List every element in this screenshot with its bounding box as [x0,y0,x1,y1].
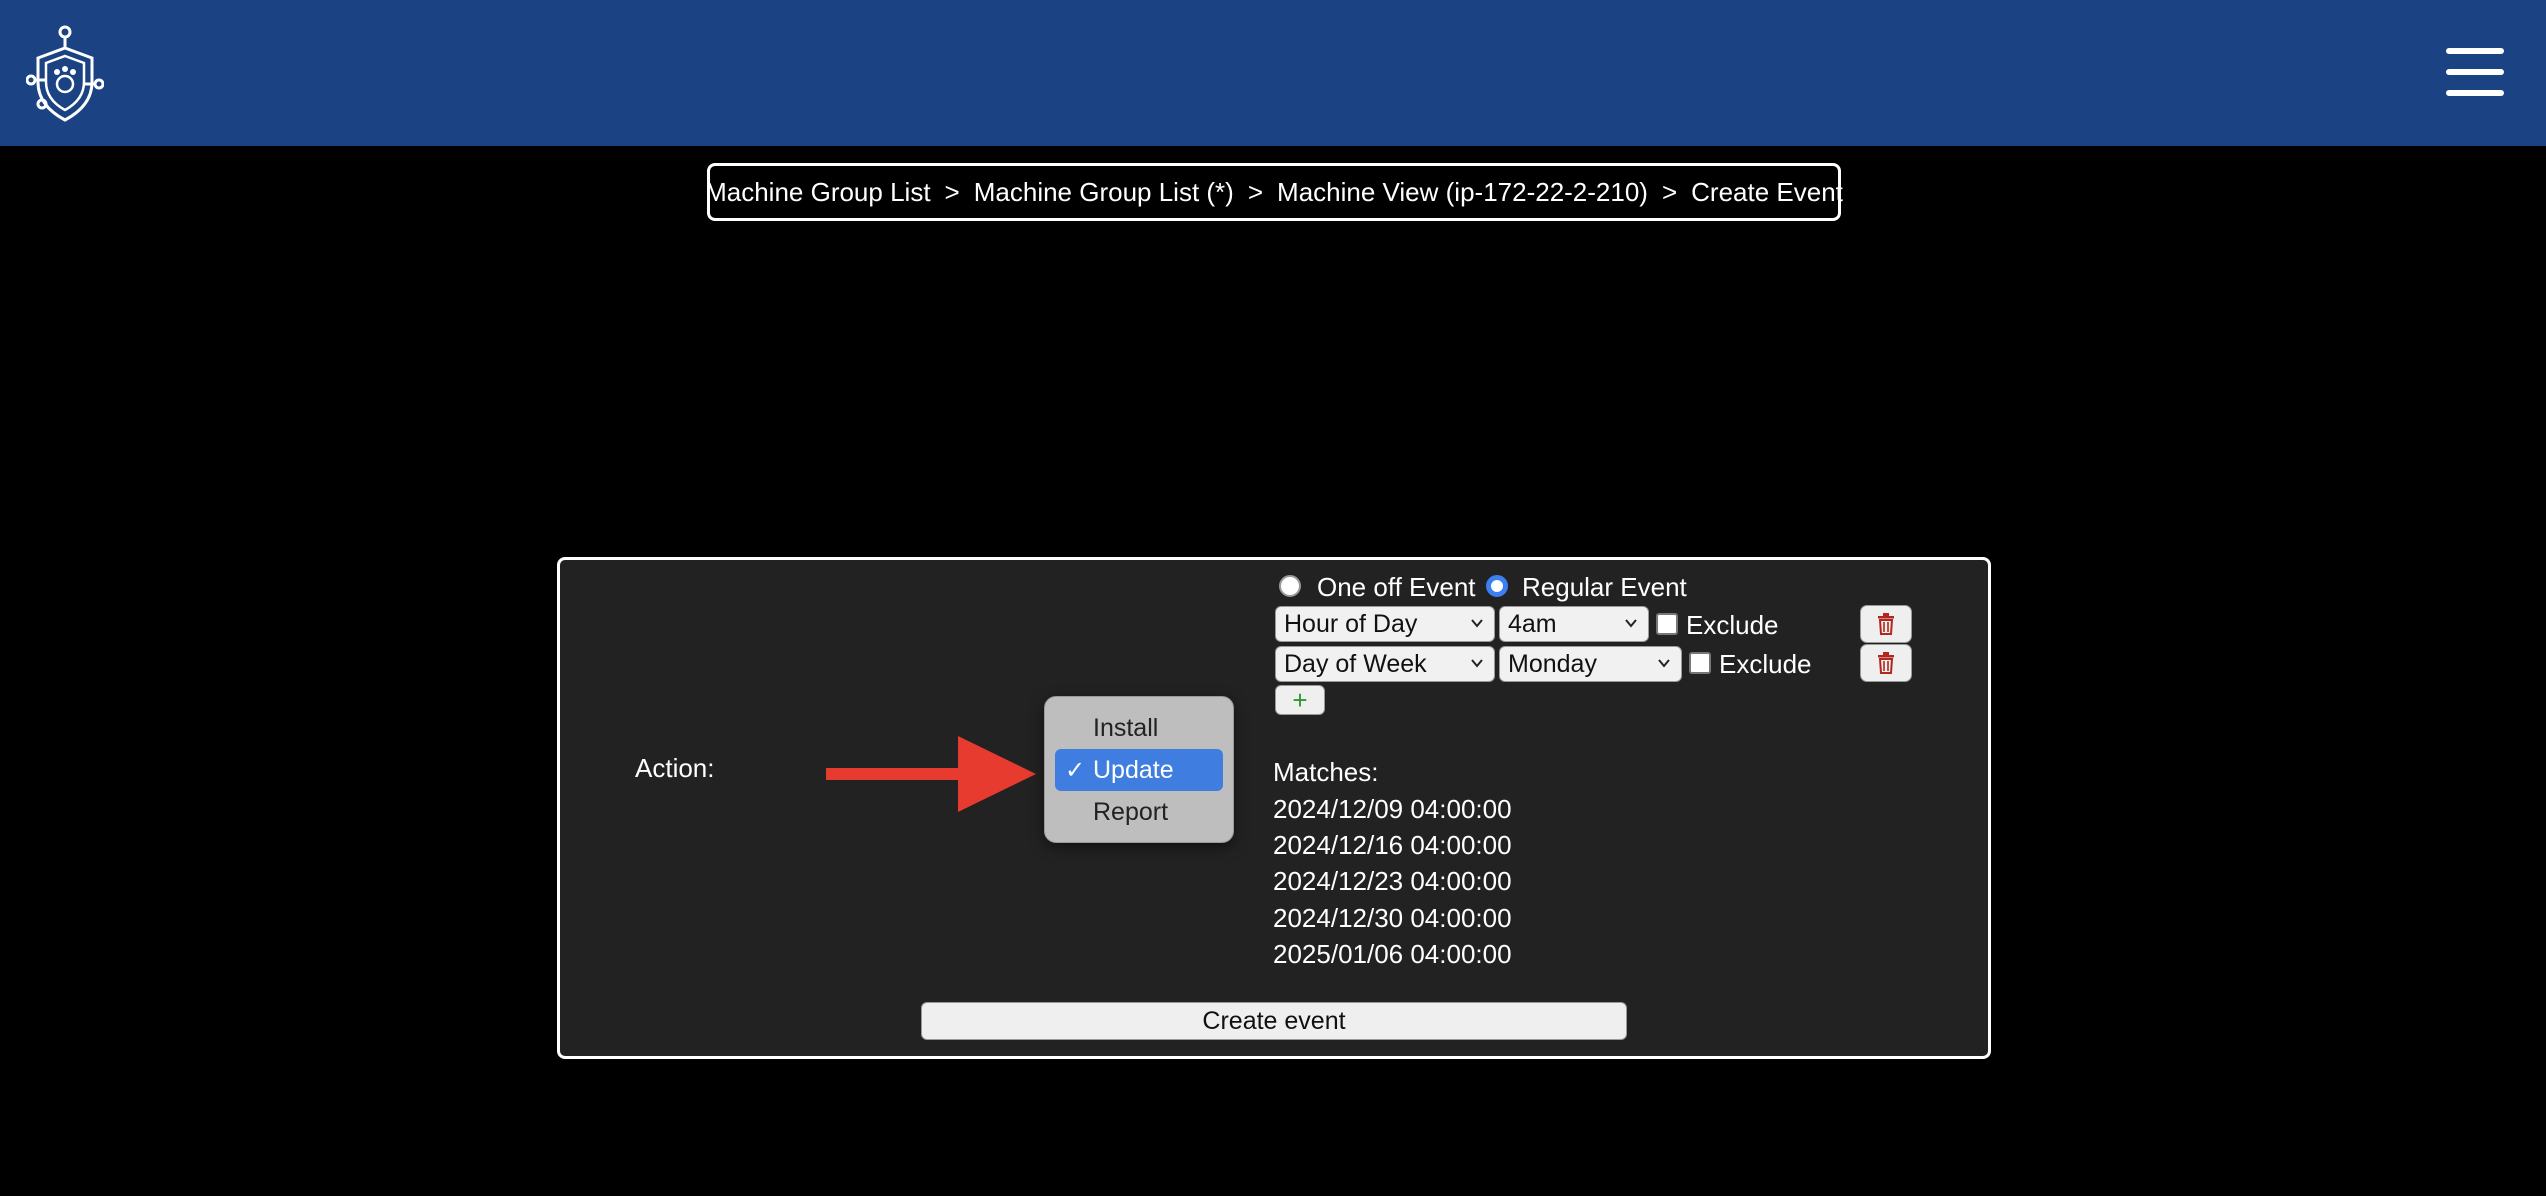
rule-value-value: Monday [1508,649,1597,678]
rule-field-select[interactable]: Day of Week [1275,646,1495,682]
action-option-install[interactable]: Install [1055,707,1223,749]
top-navbar [0,0,2546,146]
rule-value-value: 4am [1508,609,1557,638]
breadcrumb-separator: > [1247,176,1264,207]
match-date-row: 2024/12/30 04:00:00 [1273,903,1512,933]
breadcrumb-separator: > [944,176,960,207]
breadcrumb-create-event: Create Event [1691,176,1843,207]
match-date-row: 2024/12/16 04:00:00 [1273,830,1512,860]
rule-field-value: Day of Week [1284,649,1427,678]
match-date-row: 2024/12/09 04:00:00 [1273,794,1512,824]
action-select-dropdown[interactable]: Install ✓ Update Report [1044,696,1234,843]
chevron-down-icon [1471,619,1483,628]
hamburger-menu-icon[interactable] [2446,48,2504,96]
breadcrumb-machine-group-list-all[interactable]: Machine Group List (*) [974,177,1234,208]
regular-event-radio[interactable] [1486,575,1508,597]
chevron-down-icon [1471,659,1483,668]
red-arrow-pointer-icon [826,736,1036,812]
exclude-checkbox[interactable] [1689,652,1711,674]
regular-event-label: Regular Event [1522,572,1687,602]
trash-icon [1878,652,1894,674]
breadcrumb-machine-group-list[interactable]: Machine Group List [705,177,930,208]
action-option-update-label: Update [1093,755,1174,784]
match-date-row: 2025/01/06 04:00:00 [1273,939,1512,969]
exclude-label: Exclude [1686,610,1779,640]
rule-value-select[interactable]: Monday [1499,646,1682,682]
rule-field-select[interactable]: Hour of Day [1275,606,1495,642]
breadcrumb-separator: > [1661,176,1678,207]
exclude-label: Exclude [1719,649,1812,679]
create-event-button[interactable]: Create event [921,1002,1627,1040]
one-off-event-radio[interactable] [1279,575,1301,597]
rule-field-value: Hour of Day [1284,609,1418,638]
trash-icon [1878,613,1894,635]
breadcrumb-machine-view[interactable]: Machine View (ip-172-22-2-210) [1277,177,1648,208]
chevron-down-icon [1625,619,1637,628]
add-rule-button[interactable]: + [1275,685,1325,715]
checkmark-icon: ✓ [1065,756,1086,784]
matches-label: Matches: [1273,757,1379,787]
chevron-down-icon [1658,659,1670,668]
delete-rule-button[interactable] [1860,605,1912,643]
action-label: Action: [635,753,715,783]
rule-value-select[interactable]: 4am [1499,606,1649,642]
one-off-event-label: One off Event [1317,572,1476,602]
match-date-row: 2024/12/23 04:00:00 [1273,866,1512,896]
action-option-update[interactable]: ✓ Update [1055,749,1223,791]
delete-rule-button[interactable] [1860,644,1912,682]
breadcrumb: Machine Group List > Machine Group List … [705,163,1843,221]
shield-paw-logo-icon[interactable] [26,24,104,124]
action-option-report[interactable]: Report [1055,791,1223,833]
exclude-checkbox[interactable] [1656,613,1678,635]
